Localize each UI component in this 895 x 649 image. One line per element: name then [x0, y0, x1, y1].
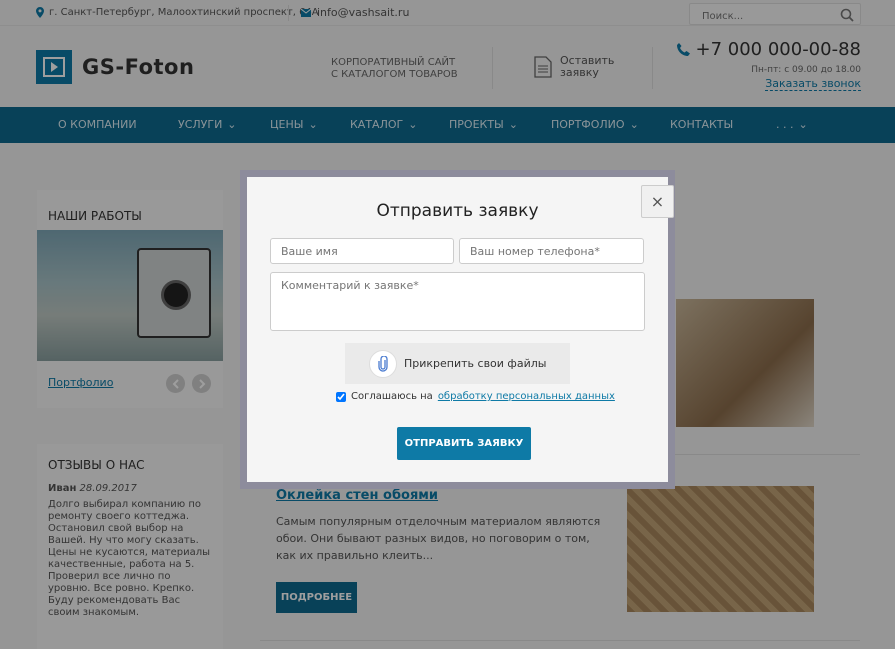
- modal-frame: Отправить заявку × Прикрепить свои файлы…: [240, 170, 675, 489]
- close-icon: ×: [650, 192, 665, 211]
- close-button[interactable]: ×: [641, 185, 674, 218]
- consent-checkbox[interactable]: [336, 391, 346, 402]
- phone-input[interactable]: [459, 238, 644, 264]
- paperclip-icon: [369, 349, 397, 378]
- consent-link[interactable]: обработку персональных данных: [438, 391, 615, 402]
- attach-files-button[interactable]: Прикрепить свои файлы: [345, 343, 570, 384]
- comment-textarea[interactable]: [270, 272, 645, 331]
- consent-row: Соглашаюсь на обработку персональных дан…: [336, 391, 615, 402]
- submit-button[interactable]: ОТПРАВИТЬ ЗАЯВКУ: [397, 427, 531, 460]
- modal-title: Отправить заявку: [376, 201, 539, 221]
- consent-text: Соглашаюсь на: [351, 391, 433, 402]
- attach-label: Прикрепить свои файлы: [404, 357, 547, 370]
- name-input[interactable]: [270, 238, 454, 264]
- request-modal: Отправить заявку × Прикрепить свои файлы…: [247, 177, 674, 482]
